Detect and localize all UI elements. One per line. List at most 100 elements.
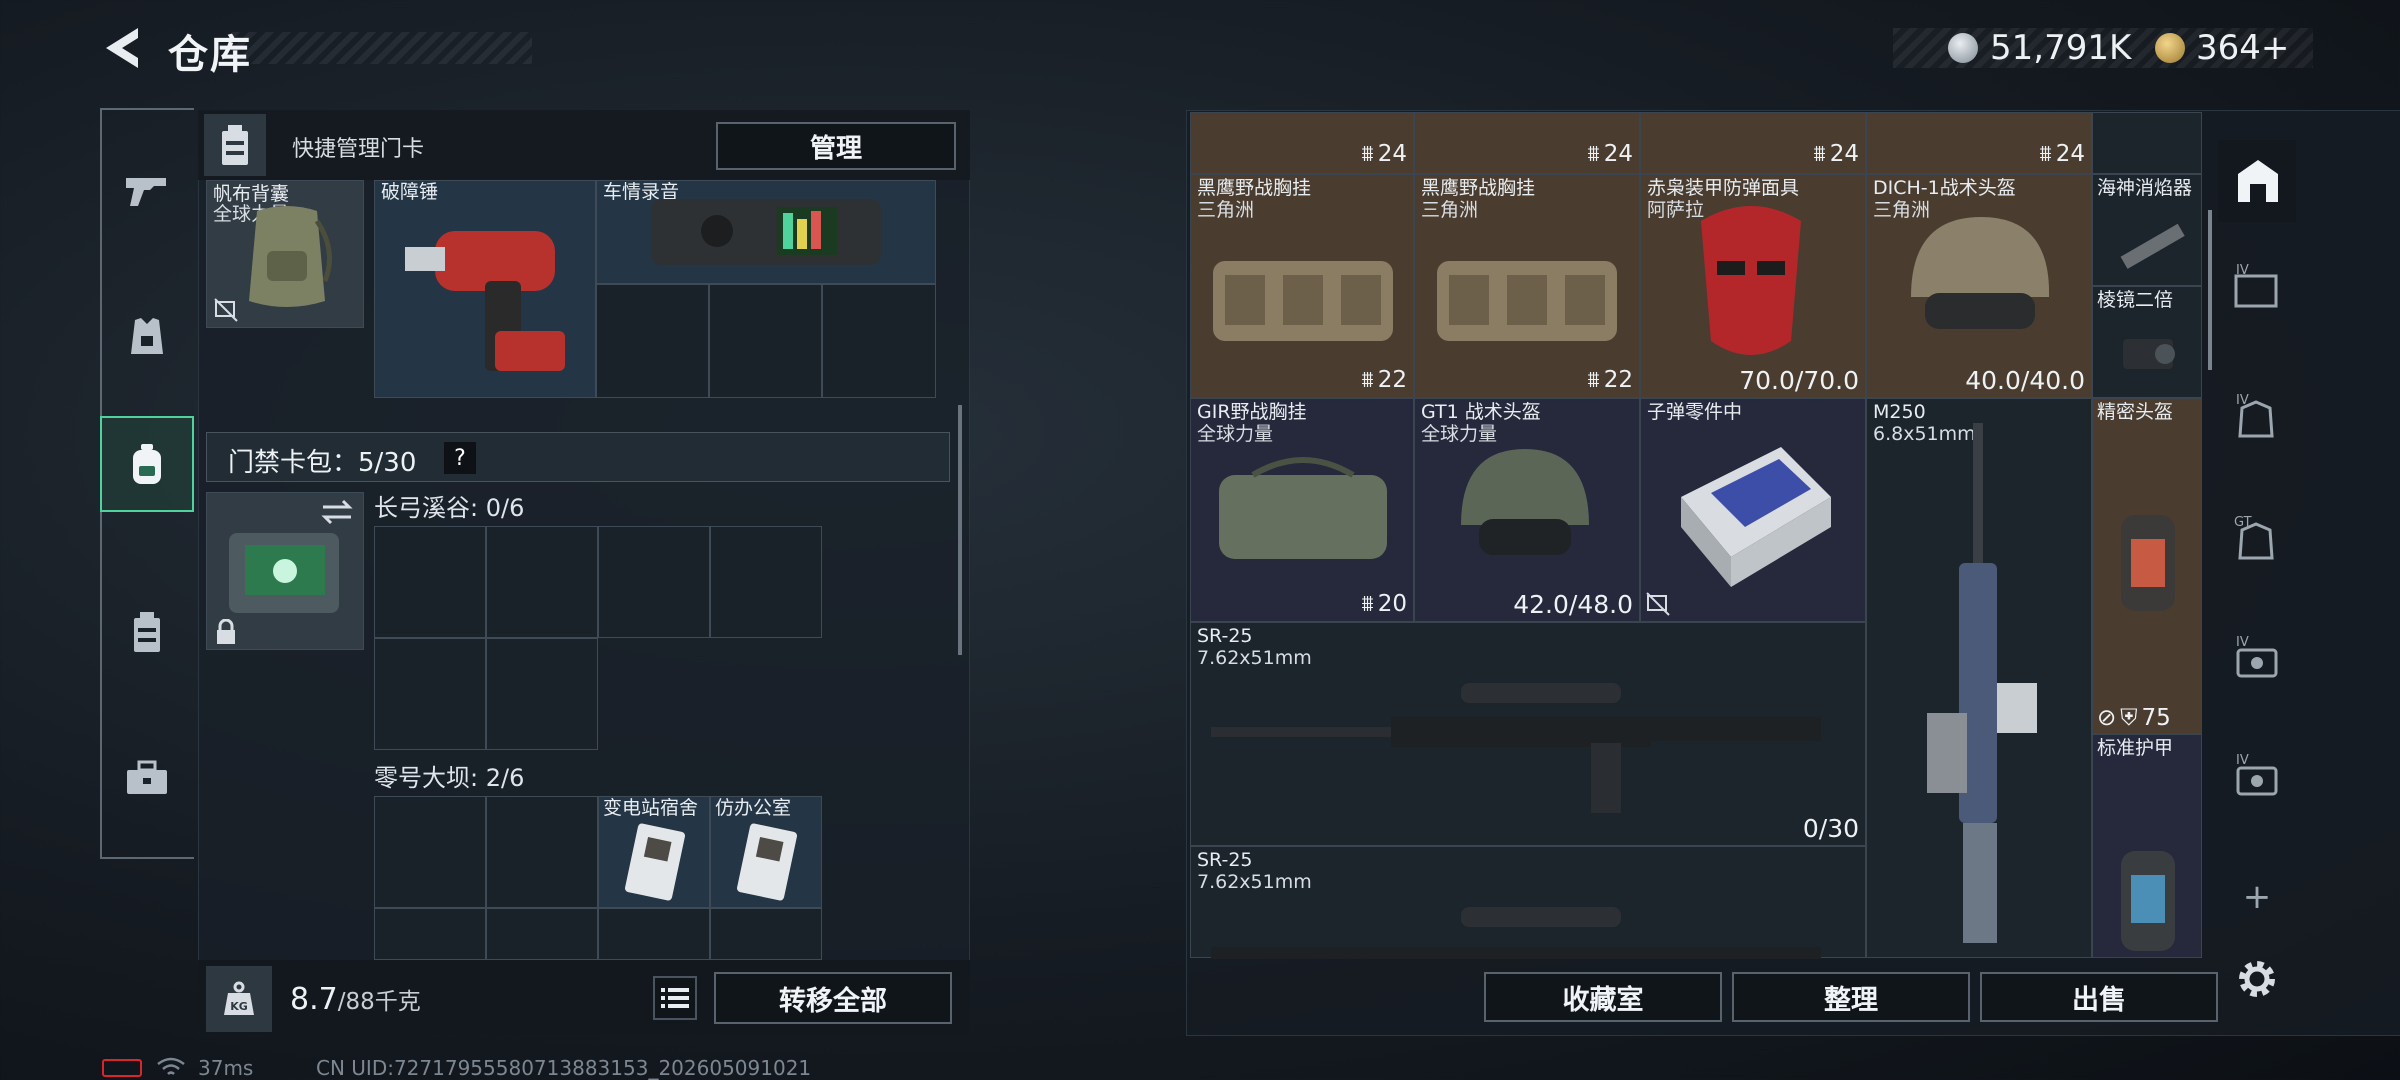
tactical-helmet-icon xyxy=(1461,449,1589,555)
grid-item-partial[interactable]: ⩩ 24 xyxy=(1640,112,1866,174)
chest-rig-icon xyxy=(1437,261,1617,341)
parts-box-icon xyxy=(1681,447,1831,587)
tier-four-case-icon: IV xyxy=(2236,635,2278,678)
stack-count: ⩩ 20 xyxy=(1361,591,1407,617)
nav-toolbox[interactable] xyxy=(100,730,194,826)
warehouse-tab-active[interactable] xyxy=(2218,140,2296,222)
title-stripe xyxy=(232,32,532,64)
lock-icon xyxy=(217,619,235,644)
grid-item-flash-hider[interactable]: 海神消焰器 xyxy=(2092,174,2202,286)
sell-button[interactable]: 出售 xyxy=(1980,972,2218,1022)
swap-icon[interactable] xyxy=(319,499,355,525)
stack-count-value: 20 xyxy=(1377,591,1407,617)
gear-icon xyxy=(2239,961,2275,997)
warehouse-tab-1[interactable]: IV xyxy=(2222,252,2292,322)
durability: 40.0/40.0 xyxy=(1965,366,2085,395)
collection-room-button[interactable]: 收藏室 xyxy=(1484,972,1722,1022)
weight-icon: KG xyxy=(224,981,254,1015)
armor-level: 75 xyxy=(2141,705,2171,731)
tier-label: IV xyxy=(2236,753,2249,768)
keycard-name: 变电站宿舍 xyxy=(603,797,699,819)
grid-item-chest-rig[interactable]: 黑鹰野战胸挂 三角洲 ⩩ 22 xyxy=(1414,174,1640,398)
keycard-slot[interactable] xyxy=(374,908,486,960)
keycard-slot[interactable] xyxy=(374,638,486,750)
briefcase-icon xyxy=(127,760,167,794)
canvas-backpack-icon xyxy=(249,206,332,307)
grid-item-partial[interactable]: ⩩ 24 xyxy=(1866,112,2092,174)
keycard-name: 仿办公室 xyxy=(715,797,792,819)
keycard-icon xyxy=(625,823,685,901)
stack-count: ⩩ 24 xyxy=(1587,141,1633,167)
grid-item-gt1-helmet[interactable]: GT1 战术头盔 全球力量 42.0/48.0 xyxy=(1414,398,1640,622)
item-slot-breaching-hammer[interactable]: 破障锤 xyxy=(374,180,596,398)
nav-container[interactable] xyxy=(100,584,194,680)
item-name: 海神消焰器 xyxy=(2097,177,2193,199)
empty-slot[interactable] xyxy=(596,284,709,398)
stack-count-value: 24 xyxy=(1603,141,1633,167)
grid-item-precision-helmet[interactable]: 精密头盔 ⊘ ⛨ 75 xyxy=(2092,398,2202,734)
grid-item-armored-mask[interactable]: 赤枭装甲防弹面具 阿萨拉 70.0/70.0 xyxy=(1640,174,1866,398)
keycard-slot[interactable] xyxy=(374,796,486,908)
list-view-button[interactable] xyxy=(653,976,697,1020)
keycard-slot[interactable] xyxy=(486,908,598,960)
help-button[interactable]: ? xyxy=(444,442,476,474)
grid-item-ammo-parts[interactable]: 子弹零件中 xyxy=(1640,398,1866,622)
keycard-slot[interactable] xyxy=(374,526,486,638)
gold-amount[interactable]: 364+ xyxy=(2196,28,2289,68)
grid-item-partial[interactable]: ⩩ 24 xyxy=(1190,112,1414,174)
keycard-slot[interactable] xyxy=(486,796,598,908)
item-name: SR-25 xyxy=(1197,849,1253,871)
gold-add-icon[interactable]: + xyxy=(2261,28,2290,68)
keycard-slot[interactable] xyxy=(486,526,598,638)
grid-item-standard-armor[interactable]: 标准护甲 xyxy=(2092,734,2202,958)
item-name: 黑鹰野战胸挂 xyxy=(1421,177,1536,199)
warehouse-tab-4[interactable]: IV xyxy=(2222,624,2292,694)
stack-icon: ⩩ xyxy=(1587,367,1600,393)
keycard-pack-label: 门禁卡包：5/30 xyxy=(228,448,417,478)
back-arrow-icon xyxy=(106,28,138,68)
keycard-substation-dorm[interactable]: 变电站宿舍 xyxy=(598,796,710,908)
gold-coin-icon xyxy=(2155,33,2185,63)
nav-weapons[interactable] xyxy=(100,142,194,238)
organize-button[interactable]: 整理 xyxy=(1732,972,1970,1022)
keycard-slot[interactable] xyxy=(486,638,598,750)
empty-slot[interactable] xyxy=(2092,112,2202,174)
left-scrollbar[interactable] xyxy=(958,405,962,655)
grid-item-partial[interactable]: ⩩ 24 xyxy=(1414,112,1640,174)
keycard-slot[interactable] xyxy=(710,908,822,960)
grid-item-dich1-helmet[interactable]: DICH-1战术头盔 三角洲 40.0/40.0 xyxy=(1866,174,2092,398)
settings-button[interactable] xyxy=(2222,944,2292,1014)
keycard-slot[interactable] xyxy=(598,908,710,960)
item-source: 三角洲 xyxy=(1197,199,1255,221)
empty-slot[interactable] xyxy=(822,284,936,398)
item-name: SR-25 xyxy=(1197,625,1253,647)
nav-backpack[interactable] xyxy=(100,416,194,512)
nav-armor[interactable] xyxy=(100,288,194,384)
add-warehouse-tab-button[interactable]: + xyxy=(2222,862,2292,932)
grid-item-prism-scope[interactable]: 棱镜二倍 xyxy=(2092,286,2202,398)
keycard-slot[interactable] xyxy=(710,526,822,638)
item-slot-recorder[interactable]: 车情录音 xyxy=(596,180,936,284)
tier-label: IV xyxy=(2236,393,2249,408)
grid-item-gir-chest-rig[interactable]: GIR野战胸挂 全球力量 ⩩ 20 xyxy=(1190,398,1414,622)
back-button[interactable] xyxy=(100,24,146,72)
manage-button[interactable]: 管理 xyxy=(716,122,956,170)
right-scrollbar[interactable] xyxy=(2208,210,2212,370)
grid-item-sr25[interactable]: SR-25 7.62x51mm xyxy=(1190,846,1866,959)
grid-item-sr25[interactable]: SR-25 7.62x51mm 0/30 xyxy=(1190,622,1866,846)
warehouse-tab-5[interactable]: IV xyxy=(2222,742,2292,812)
tier-label: IV xyxy=(2236,263,2249,278)
grid-item-m250[interactable]: M250 6.8x51mm xyxy=(1866,398,2092,958)
warehouse-tab-3[interactable]: GT xyxy=(2222,504,2292,574)
empty-slot[interactable] xyxy=(709,284,822,398)
ammo-count: 0/30 xyxy=(1802,814,1859,843)
keycard-slot[interactable] xyxy=(598,526,710,638)
item-slot-canvas-backpack[interactable]: 帆布背囊 全球力量 xyxy=(206,180,364,328)
keycard-holder-slot[interactable] xyxy=(206,492,364,650)
keycard-office[interactable]: 仿办公室 xyxy=(710,796,822,908)
flash-hider-icon xyxy=(2120,223,2185,269)
transfer-all-button[interactable]: 转移全部 xyxy=(714,972,952,1024)
grid-item-chest-rig[interactable]: 黑鹰野战胸挂 三角洲 ⩩ 22 xyxy=(1190,174,1414,398)
warehouse-tab-2[interactable]: IV xyxy=(2222,382,2292,452)
stack-count-value: 24 xyxy=(2055,141,2085,167)
